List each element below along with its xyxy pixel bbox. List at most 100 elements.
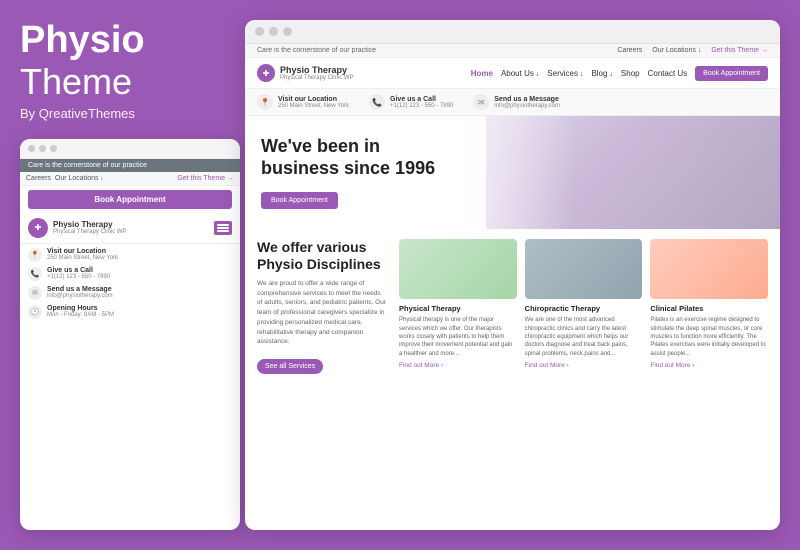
infobar-email-label: Send us a Message — [494, 96, 560, 103]
location-label: Visit our Location — [47, 248, 118, 255]
location-value: 250 Main Street, New York — [47, 255, 118, 261]
mobile-hamburger-menu[interactable] — [214, 221, 232, 235]
card-chiropractic-therapy-title: Chiropractic Therapy — [525, 304, 643, 313]
hours-value: Mon - Friday: 8AM - 5PM — [47, 312, 114, 318]
mobile-info-location: 📍 Visit our Location 250 Main Street, Ne… — [28, 248, 232, 262]
desktop-topbar-tagline: Care is the cornerstone of our practice — [257, 47, 376, 54]
mobile-topbar: Care is the cornerstone of our practice — [20, 159, 240, 172]
mobile-info-email: ✉ Send us a Message info@physiotherapy.c… — [28, 286, 232, 300]
infobar-email: ✉ Send us a Message info@physiotherapy.c… — [473, 94, 560, 110]
nav-brand-text: Physio Therapy Physical Therapy Clinic W… — [280, 66, 354, 81]
card-physical-therapy-link[interactable]: Find out More — [399, 362, 517, 369]
infobar-email-text: Send us a Message info@physiotherapy.com — [494, 96, 560, 109]
infobar-phone-label: Give us a Call — [390, 96, 453, 103]
email-label: Send us a Message — [47, 286, 113, 293]
mobile-info-hours-text: Opening Hours Mon - Friday: 8AM - 5PM — [47, 305, 114, 318]
hero-title: We've been in business since 1996 — [261, 136, 461, 179]
card-clinical-pilates-title: Clinical Pilates — [650, 304, 768, 313]
mobile-topbar-text: Care is the cornerstone of our practice — [28, 162, 147, 169]
nav-brand-icon: ✚ — [257, 64, 275, 82]
card-physical-therapy: Physical Therapy Physical therapy is one… — [399, 239, 517, 520]
mobile-info-hours: 🕐 Opening Hours Mon - Friday: 8AM - 5PM — [28, 305, 232, 319]
topbar-careers-link[interactable]: Careers — [617, 47, 642, 54]
nav-home-link[interactable]: Home — [471, 69, 493, 78]
mobile-info-rows: 📍 Visit our Location 250 Main Street, Ne… — [20, 244, 240, 323]
nav-brand: ✚ Physio Therapy Physical Therapy Clinic… — [257, 64, 354, 82]
card-physical-therapy-body: Physical therapy is one of the major ser… — [399, 316, 517, 358]
mobile-brand-name: Physio Therapy — [53, 220, 127, 229]
infobar-phone: 📞 Give us a Call +1(12) 123 - 550 - 7890 — [369, 94, 453, 110]
desktop-dots-bar — [245, 20, 780, 44]
nav-about-link[interactable]: About Us — [501, 69, 539, 78]
nav-blog-link[interactable]: Blog — [591, 69, 612, 78]
desktop-hero: We've been in business since 1996 Book A… — [245, 116, 780, 229]
hamburger-line-2 — [217, 227, 229, 229]
hero-book-appointment-button[interactable]: Book Appointment — [261, 192, 338, 209]
nav-brand-name: Physio Therapy — [280, 66, 354, 75]
topbar-get-theme-link[interactable]: Get this Theme → — [711, 47, 768, 54]
card-physical-therapy-image — [399, 239, 517, 299]
infobar-phone-icon: 📞 — [369, 94, 385, 110]
desktop-nav: ✚ Physio Therapy Physical Therapy Clinic… — [245, 58, 780, 89]
mobile-info-phone: 📞 Give us a Call +1(12) 123 - 550 - 7890 — [28, 267, 232, 281]
email-icon: ✉ — [28, 286, 42, 300]
content-left: We offer various Physio Disciplines We a… — [257, 239, 387, 520]
cards-row: Physical Therapy Physical therapy is one… — [399, 239, 768, 520]
nav-contact-link[interactable]: Contact Us — [648, 69, 688, 78]
desktop-dot-green — [283, 27, 292, 36]
mobile-nav-careers[interactable]: Careers — [26, 175, 51, 182]
hamburger-line-1 — [217, 224, 229, 226]
card-chiropractic-therapy-body: We are one of the most advanced chiropra… — [525, 316, 643, 358]
brand-by: By QreativeThemes — [20, 106, 240, 121]
desktop-mockup: Care is the cornerstone of our practice … — [245, 20, 780, 530]
nav-services-link[interactable]: Services — [547, 69, 583, 78]
mobile-nav-locations[interactable]: Our Locations — [55, 175, 103, 182]
topbar-locations-link[interactable]: Our Locations ↓ — [652, 47, 701, 54]
see-all-services-button[interactable]: See all Services — [257, 359, 323, 374]
email-value: info@physiotherapy.com — [47, 293, 113, 299]
mobile-brand-info: ✚ Physio Therapy Physical Therapy Clinic… — [28, 218, 127, 238]
infobar-location: 📍 Visit our Location 250 Main Street, Ne… — [257, 94, 349, 110]
infobar-location-icon: 📍 — [257, 94, 273, 110]
brand-title: Physio Theme — [20, 20, 240, 104]
mobile-brand-sub: Physical Therapy Clinic WP — [53, 229, 127, 235]
nav-book-appointment-button[interactable]: Book Appointment — [695, 66, 768, 81]
card-clinical-pilates-link[interactable]: Find out More — [650, 362, 768, 369]
desktop-content: We offer various Physio Disciplines We a… — [245, 229, 780, 530]
nav-brand-sub: Physical Therapy Clinic WP — [280, 75, 354, 81]
infobar-email-icon: ✉ — [473, 94, 489, 110]
content-left-body: We are proud to offer a wide range of co… — [257, 279, 387, 347]
mobile-info-phone-text: Give us a Call +1(12) 123 - 550 - 7890 — [47, 267, 110, 280]
desktop-topbar-links: Careers Our Locations ↓ Get this Theme → — [617, 47, 768, 54]
brand-name-light: Theme — [20, 61, 132, 102]
phone-label: Give us a Call — [47, 267, 110, 274]
mobile-avatar: ✚ — [28, 218, 48, 238]
dot-green — [50, 145, 57, 152]
hero-background-image — [486, 116, 780, 229]
mobile-nav-get-theme[interactable]: Get this Theme → — [177, 175, 234, 182]
brand-name-bold: Physio — [20, 20, 240, 62]
infobar-email-value: info@physiotherapy.com — [494, 103, 560, 109]
card-chiropractic-therapy: Chiropractic Therapy We are one of the m… — [525, 239, 643, 520]
dot-yellow — [39, 145, 46, 152]
mobile-brand-text: Physio Therapy Physical Therapy Clinic W… — [53, 220, 127, 235]
hero-content: We've been in business since 1996 Book A… — [261, 136, 461, 209]
desktop-dot-red — [255, 27, 264, 36]
card-physical-therapy-title: Physical Therapy — [399, 304, 517, 313]
mobile-mockup: Care is the cornerstone of our practice … — [20, 139, 240, 530]
infobar-location-text: Visit our Location 250 Main Street, New … — [278, 96, 349, 109]
card-chiropractic-therapy-image — [525, 239, 643, 299]
card-clinical-pilates-image — [650, 239, 768, 299]
desktop-dot-yellow — [269, 27, 278, 36]
card-chiropractic-therapy-link[interactable]: Find out More — [525, 362, 643, 369]
card-clinical-pilates: Clinical Pilates Pilates is an exercise … — [650, 239, 768, 520]
hours-label: Opening Hours — [47, 305, 114, 312]
phone-value: +1(12) 123 - 550 - 7890 — [47, 274, 110, 280]
infobar-phone-value: +1(12) 123 - 550 - 7890 — [390, 103, 453, 109]
nav-shop-link[interactable]: Shop — [621, 69, 640, 78]
infobar-phone-text: Give us a Call +1(12) 123 - 550 - 7890 — [390, 96, 453, 109]
mobile-brand-row: ✚ Physio Therapy Physical Therapy Clinic… — [20, 213, 240, 244]
mobile-book-appointment-button[interactable]: Book Appointment — [28, 190, 232, 209]
card-clinical-pilates-body: Pilates is an exercise regime designed t… — [650, 316, 768, 358]
mobile-info-location-text: Visit our Location 250 Main Street, New … — [47, 248, 118, 261]
